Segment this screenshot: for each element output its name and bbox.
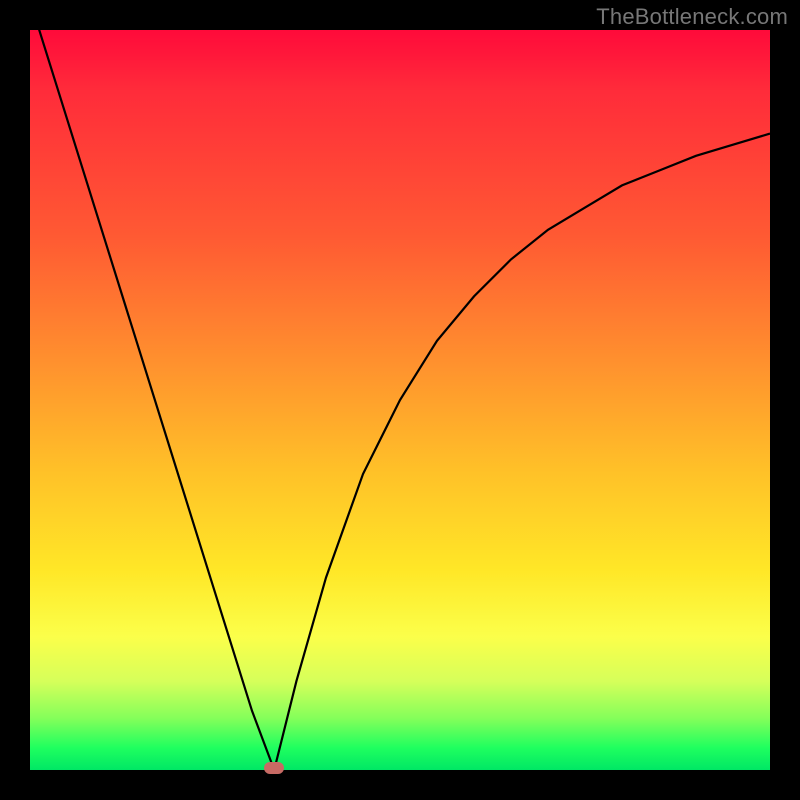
bottleneck-curve <box>30 30 770 770</box>
plot-area <box>30 30 770 770</box>
chart-frame: TheBottleneck.com <box>0 0 800 800</box>
curve-right-branch <box>274 134 770 770</box>
minimum-marker <box>264 762 284 774</box>
curve-left-branch <box>30 0 274 770</box>
watermark-text: TheBottleneck.com <box>596 4 788 30</box>
